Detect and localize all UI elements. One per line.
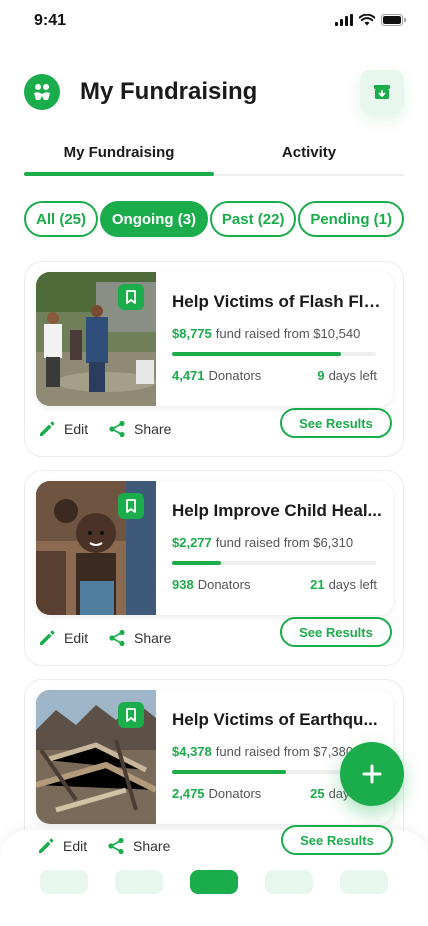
see-results-button[interactable]: See Results <box>281 825 393 855</box>
share-icon <box>108 837 124 855</box>
raised-text: fund raised from $10,540 <box>215 326 361 341</box>
donators-count: 2,475 <box>172 786 205 801</box>
edit-button[interactable]: Edit <box>37 837 87 855</box>
wifi-icon <box>359 14 375 26</box>
share-button[interactable]: Share <box>107 837 170 855</box>
filter-all[interactable]: All (25) <box>24 201 99 237</box>
nav-explore-icon[interactable] <box>115 870 163 894</box>
donators: 2,475 Donators <box>172 786 261 801</box>
days-label: days left <box>328 368 377 383</box>
share-label: Share <box>133 838 171 854</box>
status-bar: 9:41 <box>0 0 428 44</box>
raised-amount: $2,277 <box>172 535 212 550</box>
add-fundraising-button[interactable] <box>340 742 404 806</box>
filter-chips: All (25) Ongoing (3) Past (22) Pending (… <box>24 201 404 237</box>
raised-text: fund raised from $7,380 <box>215 744 354 759</box>
filter-ongoing[interactable]: Ongoing (3) <box>99 201 209 237</box>
tab-bar: My Fundraising Activity <box>24 140 404 176</box>
plus-icon <box>362 764 382 784</box>
fundraising-card[interactable]: Help Improve Child Heal... $2,277 fund ra… <box>24 470 404 666</box>
fundraising-card[interactable]: Help Victims of Flash Flo... $8,775 fund … <box>24 261 404 457</box>
share-icon <box>109 420 125 438</box>
filter-pending[interactable]: Pending (1) <box>298 201 404 237</box>
bookmark-icon[interactable] <box>118 702 144 728</box>
progress-bar <box>172 561 376 565</box>
card-image <box>36 690 156 824</box>
donators-count: 4,471 <box>172 368 205 383</box>
progress-fill <box>172 770 287 774</box>
battery-icon <box>381 14 406 26</box>
donators: 938 Donators <box>172 577 250 592</box>
nav-profile-icon[interactable] <box>340 870 388 894</box>
share-label: Share <box>134 421 172 437</box>
donators-label: Donators <box>208 368 262 383</box>
raised-amount: $8,775 <box>172 326 212 341</box>
edit-label: Edit <box>64 630 89 646</box>
raised-amount: $4,378 <box>172 744 212 759</box>
days-count: 9 <box>317 368 325 383</box>
card-content[interactable]: Help Victims of Earthqu... $4,378 fund ra… <box>36 690 393 824</box>
donators-count: 938 <box>172 577 194 592</box>
share-icon <box>109 629 125 647</box>
donators-label: Donators <box>208 786 262 801</box>
page-title: My Fundraising <box>80 78 258 105</box>
edit-button[interactable]: Edit <box>38 420 88 438</box>
status-time: 9:41 <box>34 12 67 29</box>
progress-bar <box>172 352 376 356</box>
share-button[interactable]: Share <box>108 420 171 438</box>
card-title: Help Victims of Earthqu... <box>172 710 378 729</box>
raised-line: $2,277 fund raised from $6,310 <box>172 535 353 550</box>
nav-my-fundraising-icon[interactable] <box>190 870 238 894</box>
card-content[interactable]: Help Victims of Flash Flo... $8,775 fund … <box>36 272 393 406</box>
header: My Fundraising <box>24 70 404 116</box>
nav-inbox-icon[interactable] <box>265 870 313 894</box>
see-results-button[interactable]: See Results <box>280 617 392 647</box>
signal-icon <box>335 14 353 26</box>
tab-active-indicator <box>24 172 214 176</box>
days-count: 25 <box>310 786 325 801</box>
archive-button[interactable] <box>360 70 404 114</box>
edit-label: Edit <box>64 421 89 437</box>
donators-label: Donators <box>197 577 251 592</box>
logo-icon <box>24 74 60 110</box>
card-image <box>36 272 156 406</box>
filter-past[interactable]: Past (22) <box>209 201 297 237</box>
share-label: Share <box>134 630 172 646</box>
edit-icon <box>40 421 55 436</box>
raised-text: fund raised from $6,310 <box>215 535 354 550</box>
progress-fill <box>172 352 342 356</box>
tab-my-fundraising[interactable]: My Fundraising <box>24 140 214 176</box>
bookmark-icon[interactable] <box>118 284 144 310</box>
days-label: days left <box>328 577 377 592</box>
edit-label: Edit <box>63 838 88 854</box>
edit-button[interactable]: Edit <box>38 629 88 647</box>
card-title: Help Improve Child Heal... <box>172 501 382 520</box>
card-title: Help Victims of Flash Flo... <box>172 292 386 311</box>
card-image <box>36 481 156 615</box>
status-icons <box>335 14 406 26</box>
donators: 4,471 Donators <box>172 368 261 383</box>
days-count: 21 <box>310 577 325 592</box>
raised-line: $4,378 fund raised from $7,380 <box>172 744 353 759</box>
edit-icon <box>39 838 54 853</box>
see-results-button[interactable]: See Results <box>280 408 392 438</box>
nav-home-icon[interactable] <box>40 870 88 894</box>
progress-fill <box>172 561 221 565</box>
archive-icon <box>374 85 390 99</box>
bookmark-icon[interactable] <box>118 493 144 519</box>
days-left: 9 days left <box>317 368 377 383</box>
raised-line: $8,775 fund raised from $10,540 <box>172 326 360 341</box>
share-button[interactable]: Share <box>108 629 171 647</box>
edit-icon <box>40 630 55 645</box>
days-left: 21 days left <box>310 577 377 592</box>
tab-activity[interactable]: Activity <box>214 140 404 176</box>
card-content[interactable]: Help Improve Child Heal... $2,277 fund ra… <box>36 481 393 615</box>
